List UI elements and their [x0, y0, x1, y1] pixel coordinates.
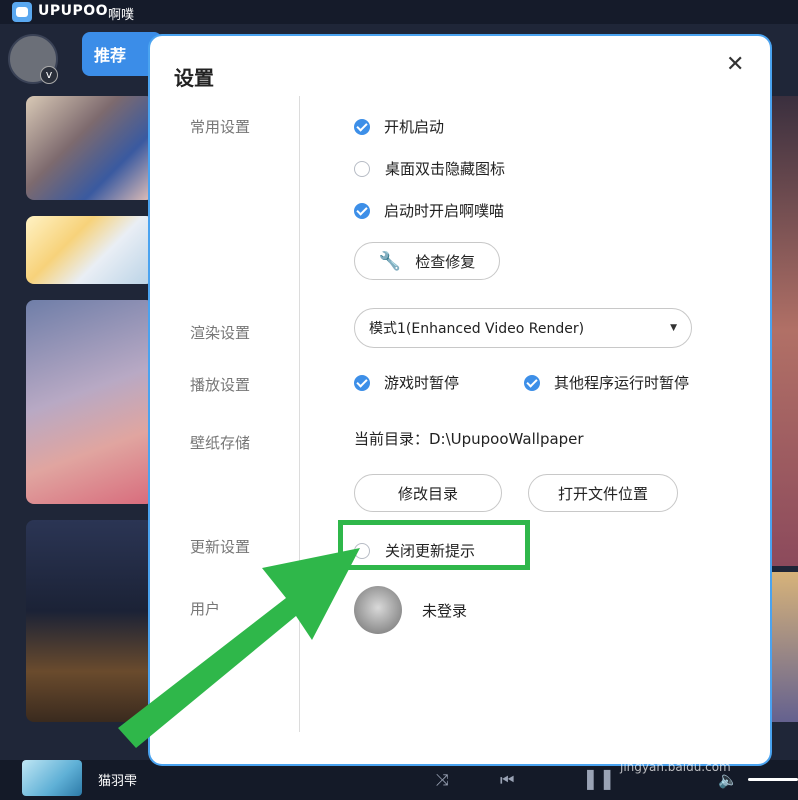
player-title: 猫羽雫: [98, 774, 138, 789]
pause-game-label: 游戏时暂停: [384, 374, 460, 392]
login-status[interactable]: 未登录: [422, 600, 467, 621]
close-icon[interactable]: ✕: [726, 52, 744, 77]
open-folder-label: 打开文件位置: [557, 484, 648, 503]
render-mode-select[interactable]: 模式1(Enhanced Video Render) ▼: [354, 308, 692, 348]
user-avatar[interactable]: [354, 586, 402, 634]
section-storage-label: 壁纸存储: [190, 434, 251, 452]
check-icon: [354, 202, 370, 219]
render-mode-value: 模式1(Enhanced Video Render): [369, 321, 585, 337]
volume-slider[interactable]: [748, 778, 798, 781]
pause-other-label: 其他程序运行时暂停: [554, 374, 690, 392]
tab-recommend-label: 推荐: [94, 46, 127, 65]
divider: [299, 96, 300, 732]
open-on-start-label: 启动时开启啊噗喵: [384, 202, 505, 220]
section-playback-label: 播放设置: [190, 376, 251, 394]
wallpaper-thumbnail[interactable]: [770, 96, 798, 566]
watermark-url: jingyan.baidu.com: [620, 760, 731, 774]
settings-dialog: 设置 ✕ 常用设置 渲染设置 播放设置 壁纸存储 更新设置 用户 开机启动 桌面…: [150, 36, 770, 764]
section-render-label: 渲染设置: [190, 324, 251, 342]
change-directory-button[interactable]: 修改目录: [354, 474, 502, 512]
section-user-label: 用户: [190, 600, 221, 618]
wallpaper-thumbnail[interactable]: [26, 520, 154, 722]
app-brand: UPUPOO: [38, 3, 109, 19]
check-icon: [354, 374, 370, 391]
wallpaper-thumbnail[interactable]: [26, 300, 154, 504]
wrench-icon: 🔧: [378, 250, 402, 272]
unchecked-icon: [354, 160, 370, 177]
profile-avatar[interactable]: [8, 34, 58, 84]
autostart-label: 开机启动: [384, 118, 445, 136]
annotation-highlight-box: [338, 520, 530, 570]
open-folder-button[interactable]: 打开文件位置: [528, 474, 678, 512]
change-directory-label: 修改目录: [397, 484, 458, 503]
open-on-start-checkbox[interactable]: 启动时开启啊噗喵: [354, 200, 504, 221]
autostart-checkbox[interactable]: 开机启动: [354, 116, 444, 137]
player-cover[interactable]: [22, 760, 82, 796]
wallpaper-thumbnail[interactable]: [26, 216, 154, 284]
check-icon: [354, 118, 370, 135]
watermark-logo: Baidu 经验: [612, 718, 759, 748]
previous-icon[interactable]: ⏮: [500, 770, 514, 790]
section-update-label: 更新设置: [190, 538, 251, 556]
shuffle-icon[interactable]: ⤨: [436, 770, 449, 790]
hide-icons-label: 桌面双击隐藏图标: [385, 160, 506, 178]
app-logo-icon: [12, 2, 32, 22]
pause-icon[interactable]: ❚❚: [582, 766, 616, 790]
repair-button[interactable]: 🔧 检查修复: [354, 242, 500, 280]
wallpaper-thumbnail[interactable]: [770, 572, 798, 722]
pause-game-checkbox[interactable]: 游戏时暂停: [354, 372, 459, 393]
wallpaper-thumbnail[interactable]: [26, 96, 154, 200]
pause-other-checkbox[interactable]: 其他程序运行时暂停: [524, 372, 689, 393]
dialog-title: 设置: [174, 66, 214, 90]
caret-down-icon: ▼: [670, 323, 677, 333]
section-general-label: 常用设置: [190, 118, 251, 136]
app-brand-cn: 啊噗: [108, 8, 135, 23]
repair-button-label: 检查修复: [415, 252, 476, 271]
hide-icons-checkbox[interactable]: 桌面双击隐藏图标: [354, 158, 505, 179]
title-bar: UPUPOO 啊噗: [0, 0, 798, 24]
current-directory: 当前目录：D:\UpupooWallpaper: [354, 430, 584, 448]
check-icon: [524, 374, 540, 391]
